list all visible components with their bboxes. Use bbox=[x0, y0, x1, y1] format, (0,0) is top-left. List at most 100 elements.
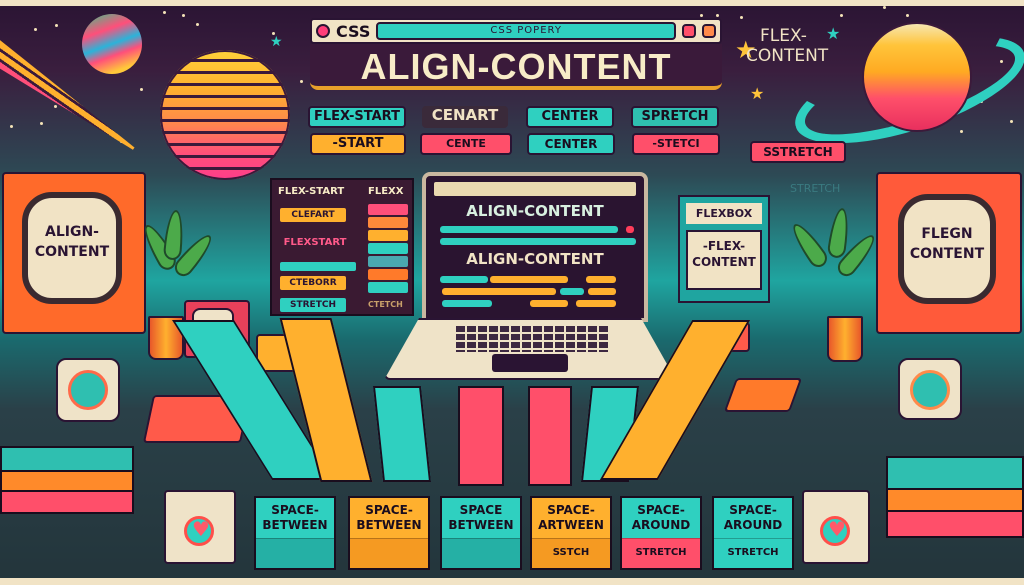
option-card-line1: SPACE bbox=[459, 503, 503, 517]
panel-chip[interactable]: CLEFART bbox=[280, 208, 346, 222]
laptop-bar bbox=[530, 300, 568, 307]
star-dot bbox=[140, 88, 143, 91]
button-label: CENTER bbox=[541, 109, 599, 124]
laptop-bar bbox=[586, 276, 616, 283]
trackpad[interactable] bbox=[492, 354, 568, 372]
option-card-subtitle: SSTCH bbox=[532, 538, 610, 568]
option-card-line2: BETWEEN bbox=[448, 518, 514, 532]
button-cente[interactable]: CENTE bbox=[420, 133, 512, 155]
tv-left-text-line2: CONTENT bbox=[34, 244, 110, 260]
option-card-title: SPACE- BETWEEN bbox=[256, 498, 334, 538]
flexbox-card-body: -FLEX- CONTENT bbox=[686, 230, 762, 290]
option-card-subtitle: STRETCH bbox=[622, 538, 700, 568]
panel-color-bar bbox=[368, 204, 408, 215]
close-button[interactable] bbox=[702, 24, 716, 38]
option-card-line2: ARTWEEN bbox=[538, 518, 604, 532]
laptop-bar bbox=[588, 288, 616, 295]
page-title: ALIGN-CONTENT bbox=[310, 44, 722, 90]
star-dot bbox=[716, 14, 719, 17]
option-card-subtitle: STRETCH bbox=[714, 538, 792, 568]
button-label: SPRETCH bbox=[641, 109, 709, 124]
option-card-subtitle bbox=[442, 538, 520, 568]
corner-heading-line2: CONTENT bbox=[746, 46, 829, 66]
leaf bbox=[787, 219, 831, 271]
star-dot bbox=[55, 24, 58, 27]
flexbox-card-title: FLEXBOX bbox=[686, 203, 762, 224]
frame-top-border bbox=[0, 0, 1024, 6]
tablet-screen bbox=[910, 370, 950, 410]
laptop-screen: ALIGN-CONTENT ALIGN-CONTENT bbox=[422, 172, 648, 322]
floor-key[interactable] bbox=[458, 386, 504, 486]
laptop-heading-1: ALIGN-CONTENT bbox=[466, 202, 604, 220]
stack-box-top-left bbox=[0, 446, 134, 472]
star-dot bbox=[840, 14, 843, 17]
option-card-spacebetween[interactable]: SPACE- BETWEEN bbox=[348, 496, 430, 570]
button-center-secondary[interactable]: CENTER bbox=[527, 133, 615, 155]
option-card-spaceartween[interactable]: SPACE- ARTWEEN SSTCH bbox=[530, 496, 612, 570]
tablet-gadget-right bbox=[898, 358, 962, 420]
option-card-spacebetween[interactable]: SPACE- BETWEEN bbox=[254, 496, 336, 570]
star-dot bbox=[163, 11, 166, 14]
panel-bar bbox=[280, 262, 356, 271]
button-stetch[interactable]: -STETCI bbox=[632, 133, 720, 155]
button-label: CENART bbox=[431, 106, 499, 124]
flex-start-panel: FLEX-START FLEXX CLEFART FLEXSTART CTEBO… bbox=[270, 178, 414, 316]
option-card-spacearound[interactable]: SPACE- AROUND STRETCH bbox=[620, 496, 702, 570]
retro-sun-illustration bbox=[160, 50, 290, 180]
option-card-subtitle bbox=[350, 538, 428, 568]
button-spretch[interactable]: SPRETCH bbox=[631, 106, 719, 128]
tv-left: ALIGN- CONTENT bbox=[2, 172, 146, 334]
button-start[interactable]: -START bbox=[310, 133, 406, 155]
panel-color-bar bbox=[368, 256, 408, 267]
tv-right-text-line1: FLEGN bbox=[921, 226, 973, 242]
star-dot bbox=[700, 14, 703, 17]
option-card-line1: SPACE- bbox=[637, 503, 685, 517]
option-card-spacebetween[interactable]: SPACE BETWEEN bbox=[440, 496, 522, 570]
star-dot bbox=[883, 6, 886, 9]
keyboard-keys[interactable] bbox=[456, 326, 608, 352]
laptop-bar bbox=[442, 288, 556, 295]
floor-key[interactable] bbox=[528, 386, 572, 486]
tv-left-screen: ALIGN- CONTENT bbox=[22, 192, 122, 304]
laptop-toolbar bbox=[434, 182, 636, 196]
button-sstretch[interactable]: SSTRETCH bbox=[750, 141, 846, 163]
browser-title-bar: CSS CSS POPERY bbox=[310, 18, 722, 44]
ghost-label: STRETCH bbox=[790, 182, 841, 195]
stack-box-top-right bbox=[886, 456, 1024, 490]
tv-right: FLEGN CONTENT bbox=[876, 172, 1022, 334]
panel-chip[interactable]: STRETCH bbox=[280, 298, 346, 312]
floor-key[interactable] bbox=[372, 386, 432, 482]
panel-color-bar bbox=[368, 269, 408, 280]
button-center[interactable]: CENTER bbox=[526, 106, 614, 128]
option-card-line2: BETWEEN bbox=[262, 518, 328, 532]
panel-chip[interactable]: CTEBORR bbox=[280, 276, 346, 290]
laptop-heading-2: ALIGN-CONTENT bbox=[466, 250, 604, 268]
star-dot bbox=[54, 105, 57, 108]
panel-chip[interactable]: FLEXSTART bbox=[278, 236, 352, 250]
option-card-title: SPACE BETWEEN bbox=[442, 498, 520, 538]
flexbox-card-line2: CONTENT bbox=[692, 255, 756, 269]
button-label: CENTER bbox=[544, 137, 598, 151]
option-card-line1: SPACE- bbox=[547, 503, 595, 517]
button-cenart[interactable]: CENART bbox=[422, 106, 508, 128]
button-flex-start[interactable]: FLEX-START bbox=[308, 106, 406, 128]
option-card-line1: SPACE- bbox=[729, 503, 777, 517]
button-label: -START bbox=[332, 136, 384, 151]
heart-icon bbox=[820, 516, 850, 546]
option-card-line1: SPACE- bbox=[271, 503, 319, 517]
laptop-keyboard bbox=[384, 318, 676, 380]
minimize-button[interactable] bbox=[682, 24, 696, 38]
address-bar[interactable]: CSS POPERY bbox=[376, 22, 676, 40]
laptop-bar bbox=[440, 238, 636, 245]
tv-right-text-line2: CONTENT bbox=[909, 246, 985, 262]
laptop-bar bbox=[440, 226, 618, 233]
star-dot bbox=[40, 122, 43, 125]
star-dot bbox=[740, 16, 743, 19]
star-icon: ★ bbox=[270, 34, 283, 50]
option-card-spacearound[interactable]: SPACE- AROUND STRETCH bbox=[712, 496, 794, 570]
panel-header-right: FLEXX bbox=[368, 186, 404, 197]
heart-gadget-right bbox=[802, 490, 870, 564]
flexbox-card: FLEXBOX -FLEX- CONTENT bbox=[678, 195, 770, 303]
option-card-line2: AROUND bbox=[631, 518, 691, 532]
star-dot bbox=[34, 28, 37, 31]
